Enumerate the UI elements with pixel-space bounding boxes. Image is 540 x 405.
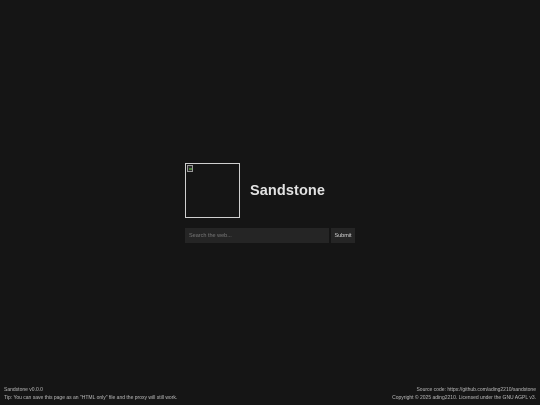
logo-image [185, 163, 240, 218]
tip-text: Tip: You can save this page as an "HTML … [4, 395, 178, 401]
main-panel: Sandstone Submit [185, 163, 355, 243]
footer-left: Sandstone v0.0.0 Tip: You can save this … [4, 386, 177, 402]
app-title: Sandstone [250, 182, 326, 199]
search-form: Submit [185, 228, 355, 243]
source-line: Source code: https://github.com/ading221… [392, 386, 536, 394]
footer-right: Source code: https://github.com/ading221… [392, 386, 536, 402]
version-text: Sandstone v0.0.0 [4, 387, 43, 393]
source-code-link[interactable]: https://github.com/ading2210/sandstone [447, 387, 536, 393]
copyright-text: Copyright © 2025 ading2210. Licensed und… [392, 395, 536, 401]
submit-button[interactable]: Submit [331, 228, 355, 243]
search-input[interactable] [185, 228, 329, 243]
brand-row: Sandstone [185, 163, 355, 218]
page: Sandstone Submit Sandstone v0.0.0 Tip: Y… [0, 0, 540, 405]
source-label: Source code: [416, 387, 448, 393]
broken-image-icon [187, 165, 193, 172]
